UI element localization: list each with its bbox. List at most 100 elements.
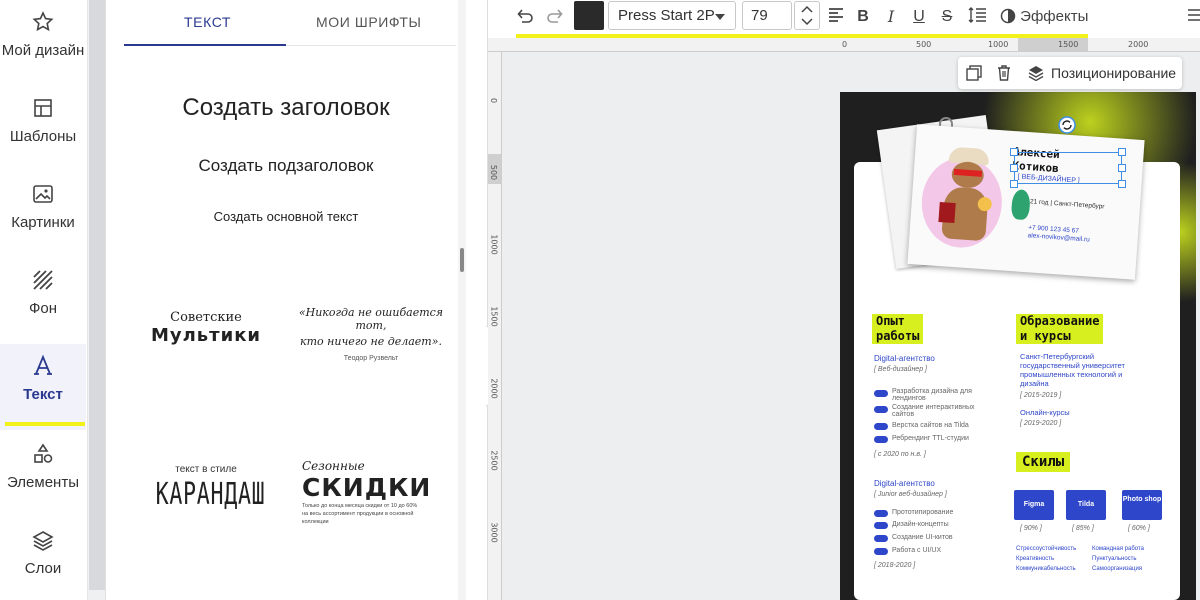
job-item: Разработка дизайна для лендингов xyxy=(892,388,972,402)
job-role: [ Веб-дизайнер ] xyxy=(874,366,927,373)
job-item: Создание UI-китов xyxy=(892,534,953,541)
skill-folder: Figma xyxy=(1014,490,1054,520)
redo-button[interactable] xyxy=(544,6,566,28)
text-preset-discounts[interactable]: Сезонные СКИДКИ Только до конца месяца с… xyxy=(302,459,442,526)
bold-button[interactable]: B xyxy=(854,6,872,28)
flip-flop xyxy=(1010,189,1031,221)
text-color-swatch[interactable] xyxy=(574,1,604,30)
layers-icon[interactable] xyxy=(1028,64,1044,81)
toggle-switch[interactable] xyxy=(874,522,888,529)
sidebar-item-elements[interactable]: Элементы xyxy=(0,432,86,518)
title-line: и курсы xyxy=(1020,329,1071,343)
skill-percent: [ 90% ] xyxy=(1020,525,1042,532)
text-preset-cartoons[interactable]: Советские Мультики xyxy=(136,310,276,346)
sidebar-item-layers[interactable]: Слои xyxy=(0,518,86,600)
element-floating-toolbar: Позиционирование xyxy=(958,57,1182,89)
sidebar-item-background[interactable]: Фон xyxy=(0,258,86,344)
rotate-icon[interactable] xyxy=(1058,116,1076,134)
soft-skills-list: Стрессоустойчивость Креативность Коммуни… xyxy=(1016,544,1076,574)
job-item: Дизайн-концепты xyxy=(892,521,949,528)
scroll-thumb[interactable] xyxy=(460,248,464,272)
soft-skill: Стрессоустойчивость xyxy=(1016,546,1077,552)
job-period: [ 2018-2020 ] xyxy=(874,562,916,569)
preset-line: Мультики xyxy=(150,325,262,346)
toggle-switch[interactable] xyxy=(874,510,888,517)
selection-box[interactable] xyxy=(1014,152,1122,184)
strikethrough-icon: S xyxy=(941,8,953,25)
ruler-tick-label: 0 xyxy=(842,40,848,49)
title-line: работы xyxy=(876,329,920,343)
panel-scrollbar[interactable] xyxy=(458,0,466,600)
font-size-stepper[interactable] xyxy=(794,1,820,30)
ruler-tick-label: 1000 xyxy=(489,234,499,255)
stepper-arrows-icon xyxy=(801,5,813,26)
toggle-switch[interactable] xyxy=(874,535,888,542)
font-size-input[interactable]: 79 xyxy=(742,1,792,30)
create-subheading-button[interactable]: Создать подзаголовок xyxy=(106,156,466,176)
preset-line: Только до конца месяца скидки от 10 до 6… xyxy=(302,503,418,509)
title-line: Опыт xyxy=(876,314,905,328)
trash-icon[interactable] xyxy=(996,64,1012,81)
toggle-switch[interactable] xyxy=(874,436,888,443)
job-item: Прототипирование xyxy=(892,509,954,516)
sidebar-item-templates[interactable]: Шаблоны xyxy=(0,86,86,172)
cat-photo xyxy=(935,146,998,250)
layers-icon xyxy=(32,531,54,551)
preset-line: «Никогда не ошибается тот, xyxy=(298,306,444,332)
resume-age-city: 21 год | Санкт-Петербург xyxy=(1029,198,1105,211)
sidebar-item-images[interactable]: Картинки xyxy=(0,172,86,258)
toggle-switch[interactable] xyxy=(874,406,888,413)
tab-active-underline xyxy=(124,44,286,46)
align-left-button[interactable] xyxy=(826,6,846,28)
preset-line: КАРАНДАШ xyxy=(155,477,266,512)
template-icon xyxy=(34,99,52,117)
effects-button[interactable]: Эффекты xyxy=(1000,6,1090,28)
tab-divider xyxy=(286,45,456,46)
job-item: Ребрендинг TTL-студии xyxy=(892,435,969,442)
undo-icon xyxy=(517,9,533,23)
ruler-left: 0 500 1000 1500 2000 2500 3000 xyxy=(488,52,502,600)
font-family-select[interactable]: Press Start 2P xyxy=(608,1,736,30)
effects-label: Эффекты xyxy=(1020,8,1089,25)
tab-my-fonts[interactable]: МОИ ШРИФТЫ xyxy=(316,14,422,30)
design-page[interactable]: Алексей Котиков [ ВЕБ-ДИЗАЙНЕР ] 21 год … xyxy=(840,92,1196,600)
skills-title: Скилы xyxy=(1016,452,1071,472)
undo-button[interactable] xyxy=(514,6,536,28)
sidebar-item-label: Картинки xyxy=(11,214,75,231)
resize-handle[interactable] xyxy=(1118,164,1126,172)
toggle-switch[interactable] xyxy=(874,548,888,555)
scroll-thumb[interactable] xyxy=(89,0,105,590)
soft-skill: Креативность xyxy=(1016,556,1055,562)
text-preset-pencil[interactable]: текст в стиле КАРАНДАШ xyxy=(136,464,276,512)
resize-handle[interactable] xyxy=(1118,180,1126,188)
resize-handle[interactable] xyxy=(1118,148,1126,156)
tab-text[interactable]: ТЕКСТ xyxy=(184,14,231,30)
ruler-tick-label: 1500 xyxy=(489,306,499,327)
skill-folder: Photo shop xyxy=(1122,490,1162,520)
job-period: [ с 2020 по н.в. ] xyxy=(874,451,926,458)
strikethrough-button[interactable]: S xyxy=(938,6,956,28)
sidebar-item-my-design[interactable]: Мой дизайн xyxy=(0,0,86,86)
soft-skill: Командная работа xyxy=(1092,546,1145,552)
resize-handle[interactable] xyxy=(1010,148,1018,156)
create-body-text-button[interactable]: Создать основной текст xyxy=(106,209,466,224)
preset-line: текст в стиле xyxy=(175,464,237,475)
create-heading-button[interactable]: Создать заголовок xyxy=(106,94,466,122)
duplicate-icon[interactable] xyxy=(966,65,982,81)
toggle-switch[interactable] xyxy=(874,390,888,397)
education-period: [ 2019-2020 ] xyxy=(1020,420,1062,427)
italic-button[interactable]: I xyxy=(882,6,900,28)
background-hatch-icon xyxy=(33,270,53,290)
filter-button[interactable] xyxy=(1186,6,1200,28)
positioning-button[interactable]: Позиционирование xyxy=(1051,65,1176,81)
resize-handle[interactable] xyxy=(1010,164,1018,172)
resize-handle[interactable] xyxy=(1010,180,1018,188)
underline-button[interactable]: U xyxy=(910,6,928,28)
text-preset-quote[interactable]: «Никогда не ошибается тот, кто ничего не… xyxy=(296,306,446,362)
sidebar-item-text[interactable]: Текст xyxy=(0,344,86,430)
preset-line: Теодор Рузвельт xyxy=(343,355,399,362)
sidebar-scrollbar[interactable] xyxy=(88,0,106,600)
italic-icon: I xyxy=(887,7,895,26)
line-spacing-button[interactable] xyxy=(966,6,988,28)
toggle-switch[interactable] xyxy=(874,423,888,430)
